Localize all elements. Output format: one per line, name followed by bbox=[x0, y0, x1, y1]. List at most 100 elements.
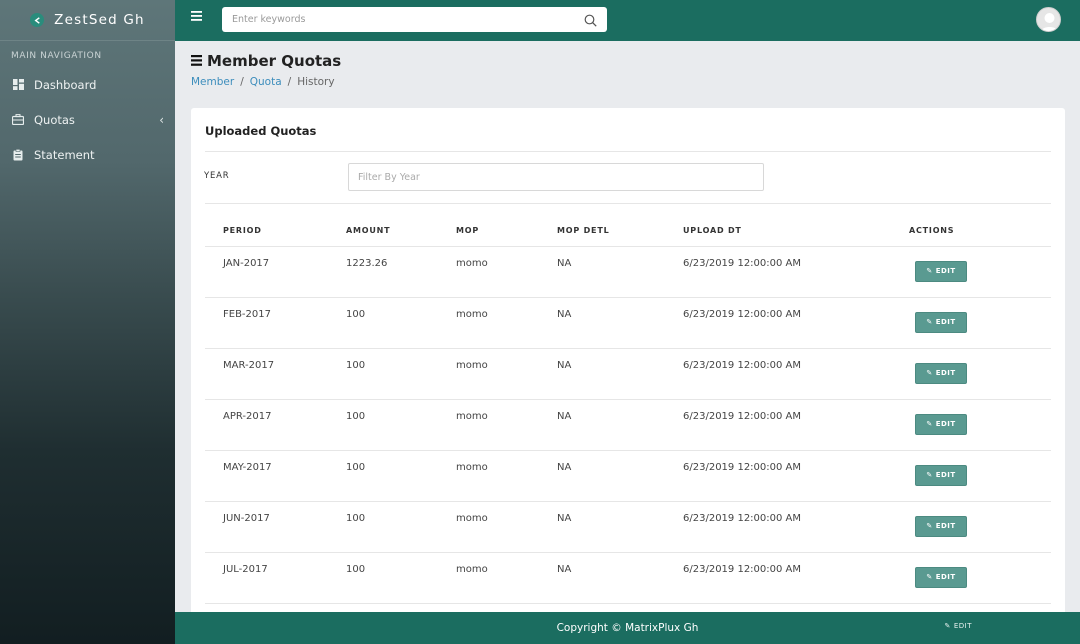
cell-actions: ✎ EDIT bbox=[909, 246, 1051, 298]
cell-amount: 100 bbox=[346, 297, 456, 349]
footer: Copyright © MatrixPlux Gh ✎ EDIT bbox=[175, 612, 1080, 644]
cell-amount: 1223.26 bbox=[346, 246, 456, 298]
hamburger-icon[interactable] bbox=[191, 11, 202, 24]
cell-actions: ✎ EDIT bbox=[909, 348, 1051, 400]
breadcrumb-quota[interactable]: Quota bbox=[250, 76, 282, 88]
edit-button[interactable]: ✎ EDIT bbox=[915, 515, 967, 537]
cell-amount: 100 bbox=[346, 450, 456, 502]
footer-edit-button[interactable]: ✎ EDIT bbox=[944, 622, 972, 630]
sidebar-item-label: Dashboard bbox=[34, 77, 97, 92]
edit-button-label: EDIT bbox=[935, 420, 956, 428]
cell-mop: momo bbox=[456, 348, 557, 400]
breadcrumb-separator: / bbox=[240, 76, 244, 88]
edit-button[interactable]: ✎ EDIT bbox=[915, 311, 967, 333]
column-header-mop[interactable]: MOP bbox=[456, 216, 557, 247]
cell-amount: 100 bbox=[346, 399, 456, 451]
brand-name: ZestSed Gh bbox=[54, 12, 145, 28]
briefcase-icon bbox=[12, 114, 24, 126]
column-header-period[interactable]: PERIOD bbox=[205, 216, 346, 247]
quotas-table: PERIOD AMOUNT MOP MOP DETL UPLOAD DT ACT… bbox=[205, 216, 1051, 604]
cell-upload-dt: 6/23/2019 12:00:00 AM bbox=[683, 552, 909, 604]
cell-mop-detl: NA bbox=[557, 450, 683, 502]
edit-button[interactable]: ✎ EDIT bbox=[915, 362, 967, 384]
year-label: YEAR bbox=[204, 171, 230, 181]
search-icon[interactable] bbox=[584, 12, 597, 31]
edit-icon: ✎ bbox=[926, 420, 933, 428]
edit-button-label: EDIT bbox=[935, 267, 956, 275]
cell-upload-dt: 6/23/2019 12:00:00 AM bbox=[683, 399, 909, 451]
table-row: FEB-2017 100 momo NA 6/23/2019 12:00:00 AM ✎ E… bbox=[205, 297, 1051, 349]
cell-period: JUN-2017 bbox=[205, 501, 346, 553]
column-header-mop-detl[interactable]: MOP DETL bbox=[557, 216, 683, 247]
edit-button-label: EDIT bbox=[935, 573, 956, 581]
sidebar-item-dashboard[interactable]: Dashboard bbox=[0, 67, 175, 102]
sidebar-item-statement[interactable]: Statement bbox=[0, 137, 175, 172]
topbar bbox=[175, 0, 1080, 41]
edit-button-label: EDIT bbox=[935, 369, 956, 377]
table-row: JAN-2017 1223.26 momo NA 6/23/2019 12:00:00 … bbox=[205, 246, 1051, 298]
search-box bbox=[222, 7, 607, 32]
table-row: APR-2017 100 momo NA 6/23/2019 12:00:00 AM ✎ E… bbox=[205, 399, 1051, 451]
sidebar-item-quotas[interactable]: Quotas ‹ bbox=[0, 102, 175, 137]
search-input[interactable] bbox=[222, 7, 562, 32]
cell-actions: ✎ EDIT bbox=[909, 399, 1051, 451]
cell-mop-detl: NA bbox=[557, 399, 683, 451]
column-header-upload-dt[interactable]: UPLOAD DT bbox=[683, 216, 909, 247]
clipboard-icon bbox=[12, 148, 24, 161]
cell-amount: 100 bbox=[346, 501, 456, 553]
sidebar-item-label: Statement bbox=[34, 147, 95, 162]
cell-mop: momo bbox=[456, 501, 557, 553]
cell-period: MAY-2017 bbox=[205, 450, 346, 502]
table-row: MAY-2017 100 momo NA 6/23/2019 12:00:00 AM ✎ E… bbox=[205, 450, 1051, 502]
edit-button[interactable]: ✎ EDIT bbox=[915, 464, 967, 486]
edit-button-label: EDIT bbox=[935, 471, 956, 479]
cell-amount: 100 bbox=[346, 552, 456, 604]
cell-mop-detl: NA bbox=[557, 297, 683, 349]
leaf-icon bbox=[30, 13, 45, 27]
table-header-row: PERIOD AMOUNT MOP MOP DETL UPLOAD DT ACT… bbox=[205, 216, 1051, 247]
edit-icon: ✎ bbox=[926, 573, 933, 581]
chevron-left-icon: ‹ bbox=[159, 112, 164, 127]
edit-button-label: EDIT bbox=[935, 522, 956, 530]
divider bbox=[205, 203, 1051, 204]
breadcrumb-separator: / bbox=[287, 76, 292, 88]
cell-upload-dt: 6/23/2019 12:00:00 AM bbox=[683, 246, 909, 298]
cell-mop: momo bbox=[456, 246, 557, 298]
edit-icon: ✎ bbox=[926, 471, 933, 479]
nav-header: MAIN NAVIGATION bbox=[11, 51, 102, 61]
column-header-amount[interactable]: AMOUNT bbox=[346, 216, 456, 247]
cell-mop: momo bbox=[456, 450, 557, 502]
edit-button[interactable]: ✎ EDIT bbox=[915, 413, 967, 435]
divider bbox=[205, 151, 1051, 152]
edit-button-label: EDIT bbox=[935, 318, 956, 326]
dashboard-icon bbox=[12, 79, 24, 91]
edit-icon: ✎ bbox=[926, 369, 933, 377]
cell-actions: ✎ EDIT bbox=[909, 297, 1051, 349]
cell-actions: ✎ EDIT bbox=[909, 552, 1051, 604]
cell-period: JAN-2017 bbox=[205, 246, 346, 298]
column-header-actions: ACTIONS bbox=[909, 216, 1051, 247]
sidebar-item-label: Quotas bbox=[34, 112, 75, 127]
brand[interactable]: ZestSed Gh bbox=[0, 0, 175, 41]
cell-period: JUL-2017 bbox=[205, 552, 346, 604]
table-row: MAR-2017 100 momo NA 6/23/2019 12:00:00 AM ✎ E… bbox=[205, 348, 1051, 400]
table-row: JUN-2017 100 momo NA 6/23/2019 12:00:00 AM ✎ E… bbox=[205, 501, 1051, 553]
user-avatar-icon[interactable] bbox=[1036, 7, 1061, 32]
edit-button[interactable]: ✎ EDIT bbox=[915, 566, 967, 588]
breadcrumb-member[interactable]: Member bbox=[191, 76, 234, 88]
cell-upload-dt: 6/23/2019 12:00:00 AM bbox=[683, 501, 909, 553]
footer-edit-label: EDIT bbox=[953, 622, 972, 630]
cell-mop-detl: NA bbox=[557, 501, 683, 553]
year-filter-input[interactable] bbox=[348, 163, 764, 191]
sidebar: ZestSed Gh MAIN NAVIGATION Dashboard Quo… bbox=[0, 0, 175, 644]
page-title-text: Member Quotas bbox=[207, 52, 342, 70]
edit-button[interactable]: ✎ EDIT bbox=[915, 260, 967, 282]
cell-actions: ✎ EDIT bbox=[909, 450, 1051, 502]
cell-upload-dt: 6/23/2019 12:00:00 AM bbox=[683, 450, 909, 502]
cell-period: MAR-2017 bbox=[205, 348, 346, 400]
page-title: Member Quotas bbox=[191, 52, 341, 70]
cell-mop-detl: NA bbox=[557, 348, 683, 400]
cell-mop: momo bbox=[456, 297, 557, 349]
cell-mop-detl: NA bbox=[557, 246, 683, 298]
table-row: JUL-2017 100 momo NA 6/23/2019 12:00:00 AM ✎ E… bbox=[205, 552, 1051, 604]
